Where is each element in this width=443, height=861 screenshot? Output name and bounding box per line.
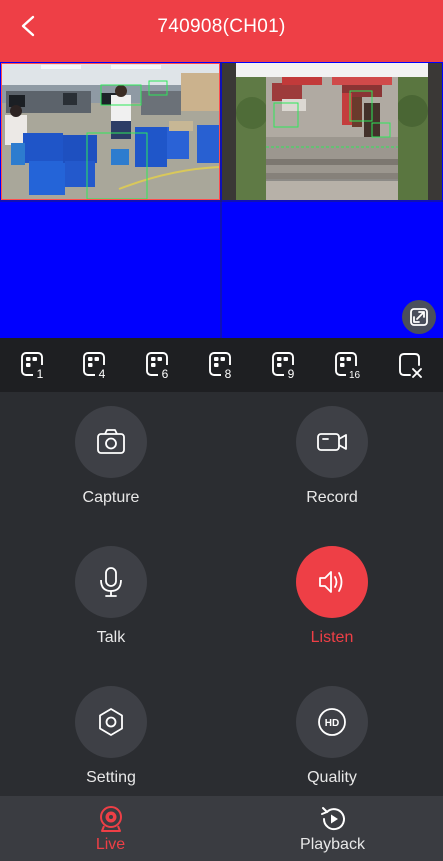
control-panel: Capture Record Talk Listen Setting HD Qu… [0, 392, 443, 796]
listen-label: Listen [310, 629, 354, 646]
playback-icon [321, 807, 345, 831]
layout-6-icon: 6 [146, 352, 172, 381]
layout-16-button[interactable]: 16 [332, 350, 362, 381]
layout-count-label: 6 [162, 367, 169, 380]
fullscreen-button[interactable] [402, 300, 436, 334]
microphone-icon [100, 567, 122, 597]
layout-9-button[interactable]: 9 [269, 350, 299, 381]
setting-button[interactable]: Setting [46, 686, 176, 787]
layout-8-icon: 8 [209, 352, 235, 381]
talk-circle [75, 546, 147, 618]
quality-label: Quality [307, 769, 357, 786]
capture-button[interactable]: Capture [46, 406, 176, 507]
tab-playback[interactable]: Playback [222, 796, 443, 861]
talk-label: Talk [96, 629, 126, 646]
quality-circle: HD [296, 686, 368, 758]
layout-1-icon: 1 [21, 352, 47, 381]
layout-8-button[interactable]: 8 [206, 350, 236, 381]
quality-button[interactable]: HD Quality [267, 686, 397, 787]
top-bar: 740908(CH01) [0, 0, 443, 62]
layout-4-icon: 4 [83, 352, 109, 381]
talk-button[interactable]: Talk [46, 546, 176, 647]
tab-live-label: Live [95, 836, 126, 853]
bottom-tab-bar: Live Playback [0, 796, 443, 861]
layout-selector-bar: 1 4 6 8 9 16 [0, 338, 443, 392]
record-circle [296, 406, 368, 478]
layout-count-label: 9 [288, 367, 295, 380]
setting-label: Setting [86, 769, 136, 786]
capture-circle [75, 406, 147, 478]
camera-feed-office [1, 63, 220, 200]
setting-circle [75, 686, 147, 758]
layout-count-label: 16 [349, 370, 361, 380]
listen-button[interactable]: Listen [267, 546, 397, 647]
record-label: Record [306, 489, 358, 506]
layout-16-icon: 16 [335, 352, 362, 381]
close-all-button[interactable] [395, 350, 425, 380]
hd-icon: HD [318, 708, 346, 736]
layout-9-icon: 9 [272, 352, 298, 381]
speaker-icon [319, 571, 343, 593]
video-grid [0, 62, 443, 338]
layout-count-label: 1 [37, 367, 44, 380]
live-camera-icon [100, 806, 122, 832]
video-cell-3[interactable] [1, 202, 220, 338]
layout-count-label: 8 [225, 367, 232, 380]
video-camera-icon [317, 433, 347, 451]
layout-count-label: 4 [99, 367, 106, 380]
layout-4-button[interactable]: 4 [80, 350, 110, 381]
record-button[interactable]: Record [267, 406, 397, 507]
layout-1-button[interactable]: 1 [18, 350, 48, 381]
layout-6-button[interactable]: 6 [143, 350, 173, 381]
settings-icon [99, 708, 123, 736]
video-cell-2[interactable] [222, 63, 442, 200]
hd-badge-text: HD [325, 718, 339, 729]
expand-icon [410, 308, 428, 326]
video-cell-1[interactable] [1, 63, 220, 200]
camera-feed-entrance [222, 63, 442, 200]
close-all-icon [399, 353, 422, 378]
tab-live[interactable]: Live [0, 796, 221, 861]
camera-icon [97, 429, 125, 454]
page-title: 740908(CH01) [157, 16, 286, 37]
grid-divider [0, 200, 443, 202]
listen-circle [296, 546, 368, 618]
tab-playback-label: Playback [300, 836, 365, 853]
capture-label: Capture [82, 489, 140, 506]
